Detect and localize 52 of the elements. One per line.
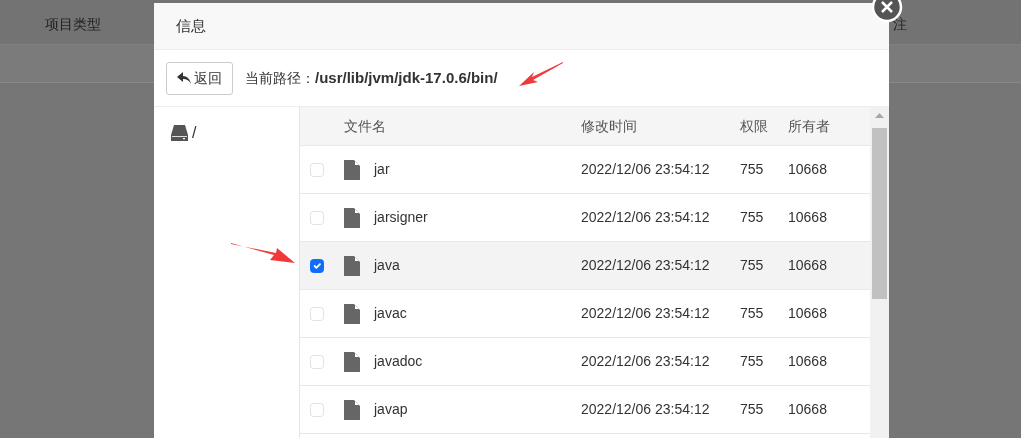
file-icon xyxy=(344,399,360,420)
current-path: 当前路径：/usr/lib/jvm/jdk-17.0.6/bin/ xyxy=(245,67,498,88)
sidebar-item[interactable]: / xyxy=(171,121,299,145)
file-icon xyxy=(344,351,360,372)
file-icon xyxy=(344,207,360,228)
file-name: javap xyxy=(374,400,408,419)
file-name: jar xyxy=(374,160,390,179)
file-icon xyxy=(344,159,360,180)
dialog-title: 信息 xyxy=(176,15,206,36)
column-header: 项目类型 xyxy=(45,15,101,34)
table-row[interactable]: javap 2022/12/06 23:54:12 755 10668 xyxy=(300,386,870,434)
table-cell: 755 xyxy=(740,305,764,321)
file-name: javadoc xyxy=(374,352,423,371)
table-cell: 755 xyxy=(740,161,764,177)
table-row[interactable]: javadoc 2022/12/06 23:54:12 755 10668 xyxy=(300,338,870,386)
column-header: 文件名 xyxy=(344,116,386,136)
table-cell: 2022/12/06 23:54:12 xyxy=(581,161,710,177)
file-name: javac xyxy=(374,304,407,323)
checkbox[interactable] xyxy=(310,258,324,273)
file-name: jarsigner xyxy=(374,208,428,227)
table-row[interactable]: javac 2022/12/06 23:54:12 755 10668 xyxy=(300,290,870,338)
annotation-arrow xyxy=(230,241,296,266)
scrollbar[interactable] xyxy=(870,107,889,438)
table-cell: 10668 xyxy=(788,257,827,273)
table-cell: 755 xyxy=(740,401,764,417)
drive-icon xyxy=(171,125,188,141)
back-button[interactable]: 返回 xyxy=(166,61,233,95)
column-header: 所有者 xyxy=(788,117,830,134)
file-icon xyxy=(344,303,360,324)
column-header: 注 xyxy=(893,15,907,34)
table-cell: 2022/12/06 23:54:12 xyxy=(581,257,710,273)
table-row[interactable]: jar 2022/12/06 23:54:12 755 10668 xyxy=(300,146,870,194)
table-cell: 10668 xyxy=(788,161,827,177)
table-cell: 2022/12/06 23:54:12 xyxy=(581,353,710,369)
table-cell: 2022/12/06 23:54:12 xyxy=(581,305,710,321)
annotation-arrow xyxy=(518,60,564,88)
column-header: 权限 xyxy=(740,117,768,134)
file-icon xyxy=(344,255,360,276)
scroll-up-icon[interactable] xyxy=(875,113,884,118)
table-cell: 10668 xyxy=(788,209,827,225)
table-cell: 2022/12/06 23:54:12 xyxy=(581,401,710,417)
column-header: 修改时间 xyxy=(581,117,637,134)
table-cell: 2022/12/06 23:54:12 xyxy=(581,209,710,225)
table-row[interactable]: java 2022/12/06 23:54:12 755 10668 xyxy=(300,242,870,290)
back-arrow-icon xyxy=(177,72,191,84)
table-cell: 755 xyxy=(740,353,764,369)
table-cell: 755 xyxy=(740,257,764,273)
table-cell: 10668 xyxy=(788,401,827,417)
table-cell: 10668 xyxy=(788,305,827,321)
table-cell: 755 xyxy=(740,209,764,225)
file-name: java xyxy=(374,256,400,275)
table-cell: 10668 xyxy=(788,353,827,369)
